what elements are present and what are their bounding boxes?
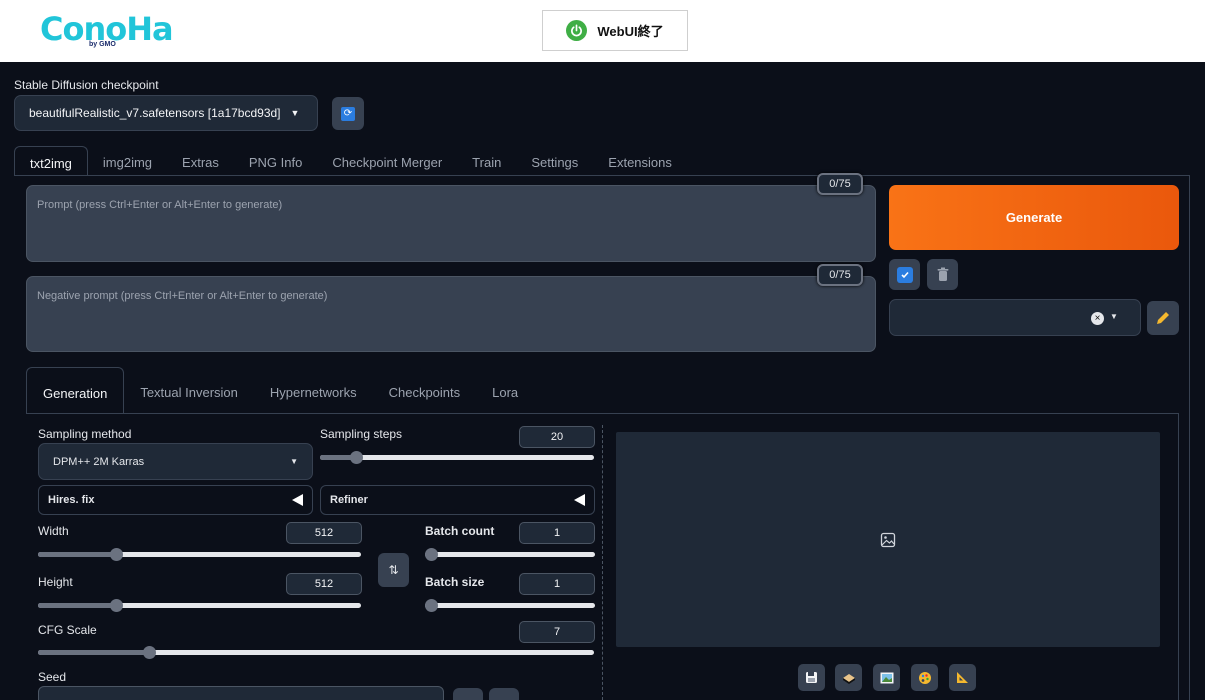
image-placeholder-icon (880, 532, 896, 548)
pencil-icon (1157, 312, 1169, 324)
cfg-scale-slider[interactable] (38, 646, 594, 659)
edit-styles-button[interactable] (1147, 301, 1179, 335)
logo-subtext: by GMO (88, 41, 117, 48)
chevron-down-icon: ▼ (290, 457, 298, 466)
negative-prompt-token-counter: 0/75 (817, 264, 863, 286)
conoha-logo: ConoHa by GMO (40, 12, 174, 52)
send-to-img2img-button[interactable] (873, 664, 900, 691)
height-slider[interactable] (38, 599, 361, 612)
styles-dropdown[interactable]: × ▼ (889, 299, 1141, 336)
webui-stop-label: WebUI終了 (597, 24, 664, 39)
batch-count-slider[interactable] (425, 548, 595, 561)
generation-subtabs: Generation Textual Inversion Hypernetwor… (26, 367, 534, 414)
subtab-lora[interactable]: Lora (476, 367, 534, 414)
slider-thumb[interactable] (425, 548, 438, 561)
height-input[interactable]: 512 (286, 573, 362, 595)
send-to-extras-button[interactable] (949, 664, 976, 691)
sampling-steps-label: Sampling steps (320, 427, 403, 441)
style-apply-button[interactable] (889, 259, 920, 290)
batch-count-label: Batch count (425, 524, 495, 538)
tab-train[interactable]: Train (457, 146, 516, 176)
checkpoint-dropdown[interactable]: beautifulRealistic_v7.safetensors [1a17b… (14, 95, 318, 131)
refiner-accordion[interactable]: Refiner (320, 485, 595, 515)
swap-dimensions-button[interactable]: ⇅ (378, 553, 409, 587)
collapse-arrow-icon (574, 494, 585, 506)
generate-button[interactable]: Generate (889, 185, 1179, 250)
refresh-checkpoint-button[interactable]: ⟳ (332, 97, 364, 130)
width-label: Width (38, 524, 69, 538)
sampling-method-dropdown[interactable]: DPM++ 2M Karras ▼ (38, 443, 313, 480)
archive-icon (842, 674, 855, 684)
tab-png-info[interactable]: PNG Info (234, 146, 317, 176)
subtab-textual-inversion[interactable]: Textual Inversion (124, 367, 254, 414)
clear-styles-icon[interactable]: × (1091, 312, 1104, 325)
batch-size-input[interactable]: 1 (519, 573, 595, 595)
tab-settings[interactable]: Settings (516, 146, 593, 176)
column-divider (602, 425, 603, 700)
sampling-steps-slider[interactable] (320, 451, 594, 464)
sampling-method-value: DPM++ 2M Karras (53, 455, 145, 468)
slider-thumb[interactable] (425, 599, 438, 612)
webui-stop-button[interactable]: WebUI終了 (542, 10, 688, 51)
chevron-down-icon: ▼ (290, 108, 300, 118)
sampling-steps-input[interactable]: 20 (519, 426, 595, 448)
tab-checkpoint-merger[interactable]: Checkpoint Merger (317, 146, 457, 176)
triangle-ruler-icon (957, 672, 968, 683)
checkbox-icon (896, 266, 913, 283)
top-bar: ConoHa by GMO WebUI終了 (0, 0, 1205, 62)
checkpoint-label: Stable Diffusion checkpoint (14, 78, 159, 92)
tab-txt2img[interactable]: txt2img (14, 146, 88, 176)
width-slider[interactable] (38, 548, 361, 561)
width-input[interactable]: 512 (286, 522, 362, 544)
height-label: Height (38, 575, 73, 589)
chevron-down-icon: ▼ (1110, 312, 1118, 321)
refiner-label: Refiner (330, 494, 368, 506)
image-output-area (616, 432, 1160, 647)
trash-icon (937, 267, 948, 281)
subtab-generation[interactable]: Generation (26, 367, 125, 414)
tab-img2img[interactable]: img2img (88, 146, 167, 176)
seed-label: Seed (38, 670, 67, 684)
power-icon (566, 20, 588, 41)
batch-size-label: Batch size (425, 575, 485, 589)
batch-count-input[interactable]: 1 (519, 522, 595, 544)
random-seed-button[interactable] (453, 688, 483, 700)
prompt-token-counter: 0/75 (817, 173, 863, 195)
slider-thumb[interactable] (349, 451, 363, 464)
cfg-scale-input[interactable]: 7 (519, 621, 595, 643)
zip-images-button[interactable] (835, 664, 862, 691)
palette-icon (918, 671, 931, 684)
subtab-checkpoints[interactable]: Checkpoints (373, 367, 477, 414)
swap-icon: ⇅ (388, 563, 399, 577)
prompt-input[interactable]: Prompt (press Ctrl+Enter or Alt+Enter to… (26, 185, 876, 262)
sampling-method-label: Sampling method (38, 427, 132, 441)
negative-prompt-input[interactable]: Negative prompt (press Ctrl+Enter or Alt… (26, 276, 876, 352)
clear-prompt-button[interactable] (927, 259, 958, 290)
save-icon (806, 672, 817, 683)
cfg-scale-label: CFG Scale (38, 623, 97, 637)
collapse-arrow-icon (292, 494, 303, 506)
batch-size-slider[interactable] (425, 599, 595, 612)
tab-extras[interactable]: Extras (167, 146, 234, 176)
send-to-inpaint-button[interactable] (911, 664, 938, 691)
refresh-icon: ⟳ (341, 106, 355, 121)
subtab-hypernetworks[interactable]: Hypernetworks (254, 367, 373, 414)
hires-fix-accordion[interactable]: Hires. fix (38, 485, 313, 515)
save-image-button[interactable] (798, 664, 825, 691)
picture-icon (880, 672, 893, 683)
main-tabs: txt2img img2img Extras PNG Info Checkpoi… (14, 146, 687, 176)
checkpoint-value: beautifulRealistic_v7.safetensors [1a17b… (29, 106, 281, 120)
tab-extensions[interactable]: Extensions (593, 146, 687, 176)
hires-fix-label: Hires. fix (48, 494, 95, 506)
reuse-seed-button[interactable] (489, 688, 519, 700)
slider-thumb[interactable] (109, 548, 123, 561)
seed-input[interactable] (38, 686, 444, 700)
slider-thumb[interactable] (109, 599, 123, 612)
